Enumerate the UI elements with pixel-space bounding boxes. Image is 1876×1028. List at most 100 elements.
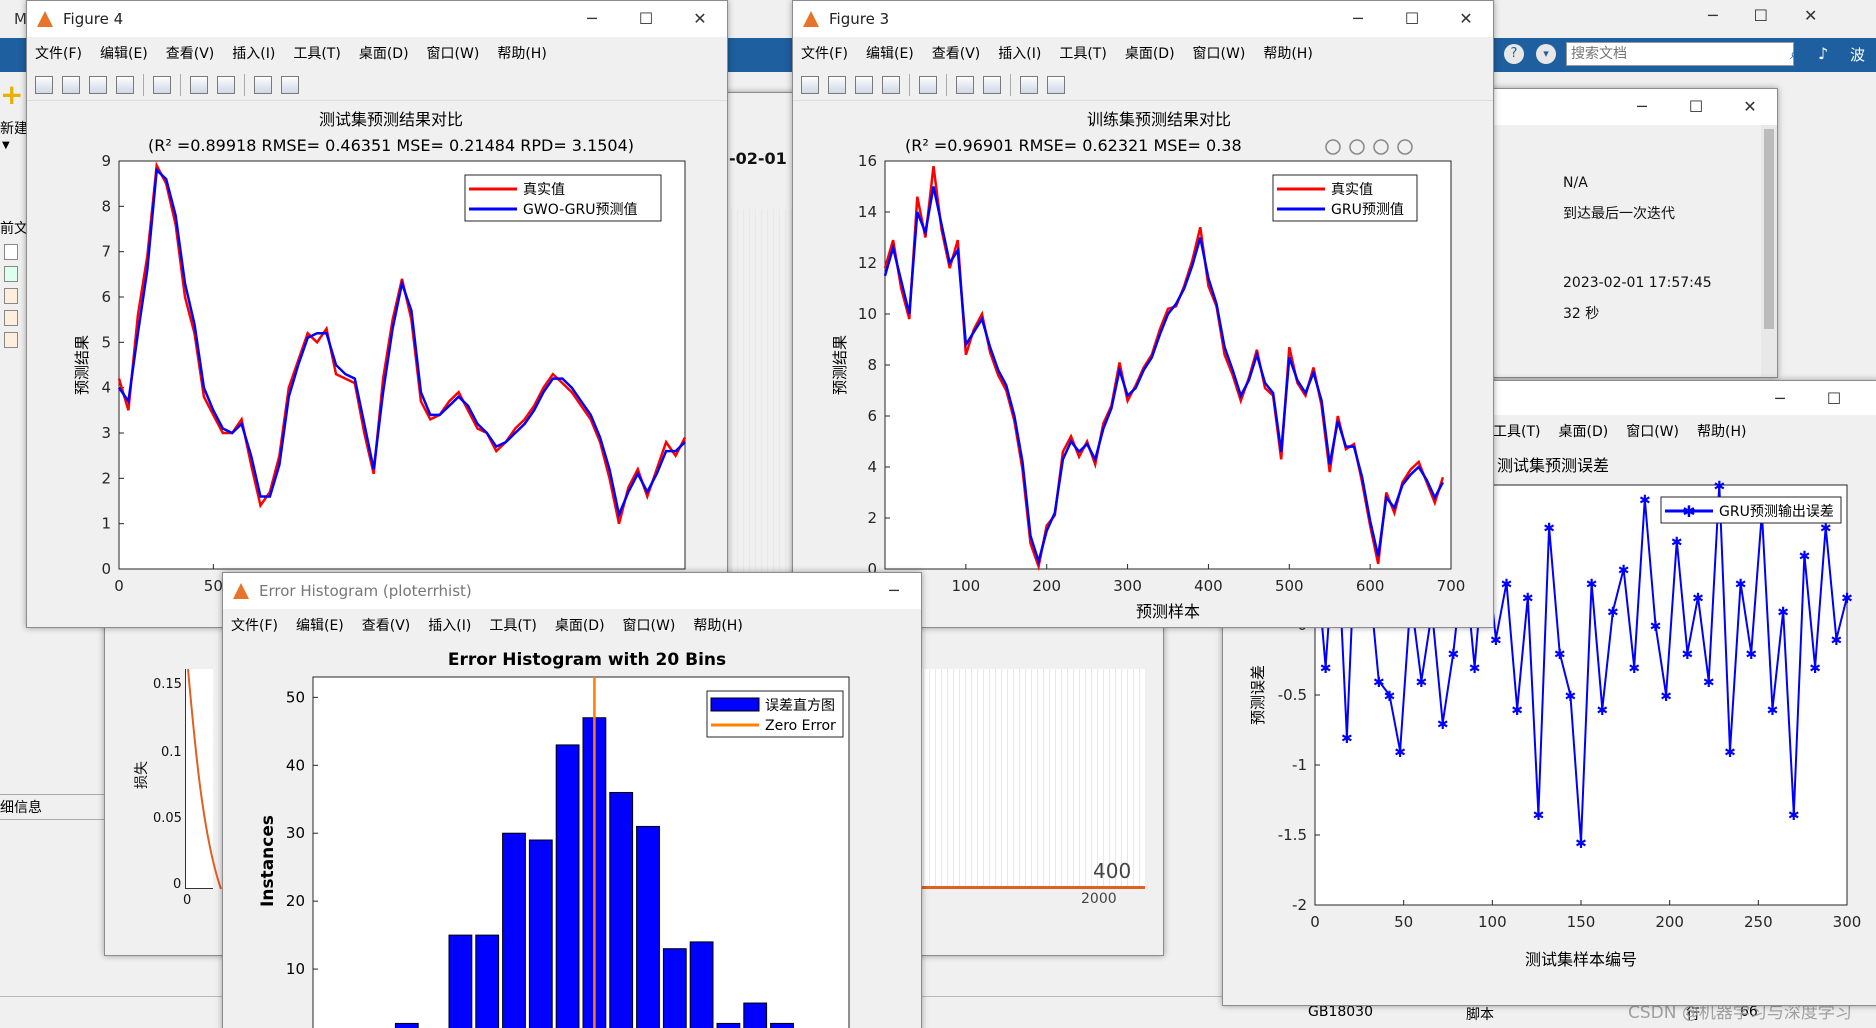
- menu-item[interactable]: 帮助(H): [1263, 43, 1312, 63]
- menu-item[interactable]: 文件(F): [231, 615, 278, 635]
- maximize-icon[interactable]: ☐: [1385, 1, 1439, 37]
- print-icon[interactable]: [116, 75, 134, 94]
- maximize-icon[interactable]: ☐: [1807, 381, 1861, 417]
- menu-item[interactable]: 帮助(H): [497, 43, 546, 63]
- toolbar-separator: [180, 73, 181, 96]
- legend-label: GRU预测输出误差: [1719, 504, 1834, 520]
- menu-item[interactable]: 插入(I): [232, 43, 275, 63]
- y-tick-label: 1: [101, 515, 111, 533]
- scrollbar[interactable]: [1761, 125, 1777, 377]
- menu-item[interactable]: 编辑(E): [100, 43, 148, 63]
- y-axis-label: 预测误差: [1249, 665, 1267, 725]
- menu-item[interactable]: 帮助(H): [1697, 421, 1746, 441]
- x-tick-label: 200: [1655, 913, 1684, 931]
- histogram-bar: [609, 791, 634, 1028]
- histogram-bar: [448, 934, 473, 1028]
- menu-item[interactable]: 查看(V): [166, 43, 215, 63]
- error-marker: ✱: [1543, 521, 1555, 537]
- user-menu[interactable]: 波: [1850, 44, 1865, 65]
- menu-item[interactable]: 窗口(W): [427, 43, 480, 63]
- minimize-icon[interactable]: ─: [1708, 6, 1718, 25]
- search-input[interactable]: [1566, 42, 1794, 66]
- print-icon[interactable]: [882, 75, 900, 94]
- window-title: Figure 4: [63, 10, 124, 28]
- error-marker: ✱: [1511, 703, 1523, 719]
- link-icon[interactable]: [153, 75, 171, 94]
- new-figure-icon[interactable]: [35, 75, 53, 94]
- minimize-icon[interactable]: ─: [1753, 381, 1807, 417]
- close-icon[interactable]: ✕: [1723, 89, 1777, 125]
- chevron-down-icon[interactable]: ▼: [2, 140, 10, 151]
- close-icon[interactable]: ✕: [673, 1, 727, 37]
- pointer-icon[interactable]: [1020, 75, 1038, 94]
- loss-x-tick: 0: [183, 893, 192, 908]
- minimize-icon[interactable]: ─: [1331, 1, 1385, 37]
- menu-item[interactable]: 文件(F): [35, 43, 82, 63]
- menu-item[interactable]: 桌面(D): [1125, 43, 1175, 63]
- maximize-icon[interactable]: ☐: [619, 1, 673, 37]
- menu-item[interactable]: 查看(V): [362, 615, 411, 635]
- menu-item[interactable]: 工具(T): [1059, 43, 1106, 63]
- menu-item[interactable]: 工具(T): [489, 615, 536, 635]
- histogram-bar: [689, 941, 714, 1028]
- y-tick-label: 12: [858, 254, 877, 272]
- y-tick-label: 2: [867, 509, 877, 527]
- x-tick-label: 600: [1356, 577, 1385, 595]
- add-icon[interactable]: +: [0, 81, 23, 109]
- save-icon[interactable]: [855, 75, 873, 94]
- legend-icon[interactable]: [217, 75, 235, 94]
- menu-item[interactable]: 工具(T): [1493, 421, 1540, 441]
- options-icon[interactable]: ▾: [1536, 44, 1556, 64]
- plot-title: 测试集预测误差: [1497, 456, 1609, 475]
- minimize-icon[interactable]: ─: [1615, 89, 1669, 125]
- new-label[interactable]: 新建: [0, 118, 28, 138]
- menu-item[interactable]: 窗口(W): [623, 615, 676, 635]
- loss-tick: 0.1: [161, 745, 182, 760]
- y-tick-label: 14: [858, 203, 877, 221]
- link-icon[interactable]: [919, 75, 937, 94]
- error-marker: ✱: [1628, 661, 1640, 677]
- menu-item[interactable]: 文件(F): [801, 43, 848, 63]
- histogram-area: Error Histogram with 20 Bins 10 20 30 40 50 In…: [223, 641, 921, 1028]
- close-icon[interactable]: ✕: [1439, 1, 1493, 37]
- menu-item[interactable]: 插入(I): [428, 615, 471, 635]
- maximize-icon[interactable]: ☐: [1754, 6, 1768, 25]
- notification-icon[interactable]: ♪: [1818, 44, 1828, 63]
- menu-item[interactable]: 插入(I): [998, 43, 1041, 63]
- maximize-icon[interactable]: ☐: [1669, 89, 1723, 125]
- menu-item[interactable]: 窗口(W): [1626, 421, 1679, 441]
- open-icon[interactable]: [828, 75, 846, 94]
- open-icon[interactable]: [62, 75, 80, 94]
- help-icon[interactable]: ?: [1504, 44, 1524, 64]
- x-tick-label: 250: [1744, 913, 1773, 931]
- menu-item[interactable]: 查看(V): [932, 43, 981, 63]
- minimize-icon[interactable]: ─: [867, 573, 921, 609]
- menu-item[interactable]: 帮助(H): [693, 615, 742, 635]
- minimize-icon[interactable]: ─: [565, 1, 619, 37]
- close-icon[interactable]: ✕: [1804, 6, 1817, 25]
- legend-marker: ✱: [1682, 502, 1695, 521]
- colorbar-icon[interactable]: [956, 75, 974, 94]
- menu-item[interactable]: 编辑(E): [296, 615, 344, 635]
- error-marker: ✱: [1692, 591, 1704, 607]
- save-icon[interactable]: [89, 75, 107, 94]
- info-reason: 到达最后一次迭代: [1563, 206, 1675, 222]
- menu-item[interactable]: 工具(T): [293, 43, 340, 63]
- pointer-icon[interactable]: [254, 75, 272, 94]
- menu-item[interactable]: 窗口(W): [1193, 43, 1246, 63]
- search-icon[interactable]: ⌕: [1790, 44, 1799, 64]
- property-editor-icon[interactable]: [281, 75, 299, 94]
- zoom-out-icon: [1349, 139, 1365, 155]
- property-editor-icon[interactable]: [1047, 75, 1065, 94]
- menu-item[interactable]: 桌面(D): [359, 43, 409, 63]
- menu-item[interactable]: 编辑(E): [866, 43, 914, 63]
- matlab-logo-icon: [35, 9, 55, 29]
- colorbar-icon[interactable]: [190, 75, 208, 94]
- error-marker: ✱: [1607, 605, 1619, 621]
- menu-item[interactable]: 桌面(D): [1558, 421, 1608, 441]
- y-tick-label: 5: [101, 333, 111, 351]
- menu-item[interactable]: 桌面(D): [555, 615, 605, 635]
- plot-title: 训练集预测结果对比: [1087, 110, 1231, 129]
- new-figure-icon[interactable]: [801, 75, 819, 94]
- legend-icon[interactable]: [983, 75, 1001, 94]
